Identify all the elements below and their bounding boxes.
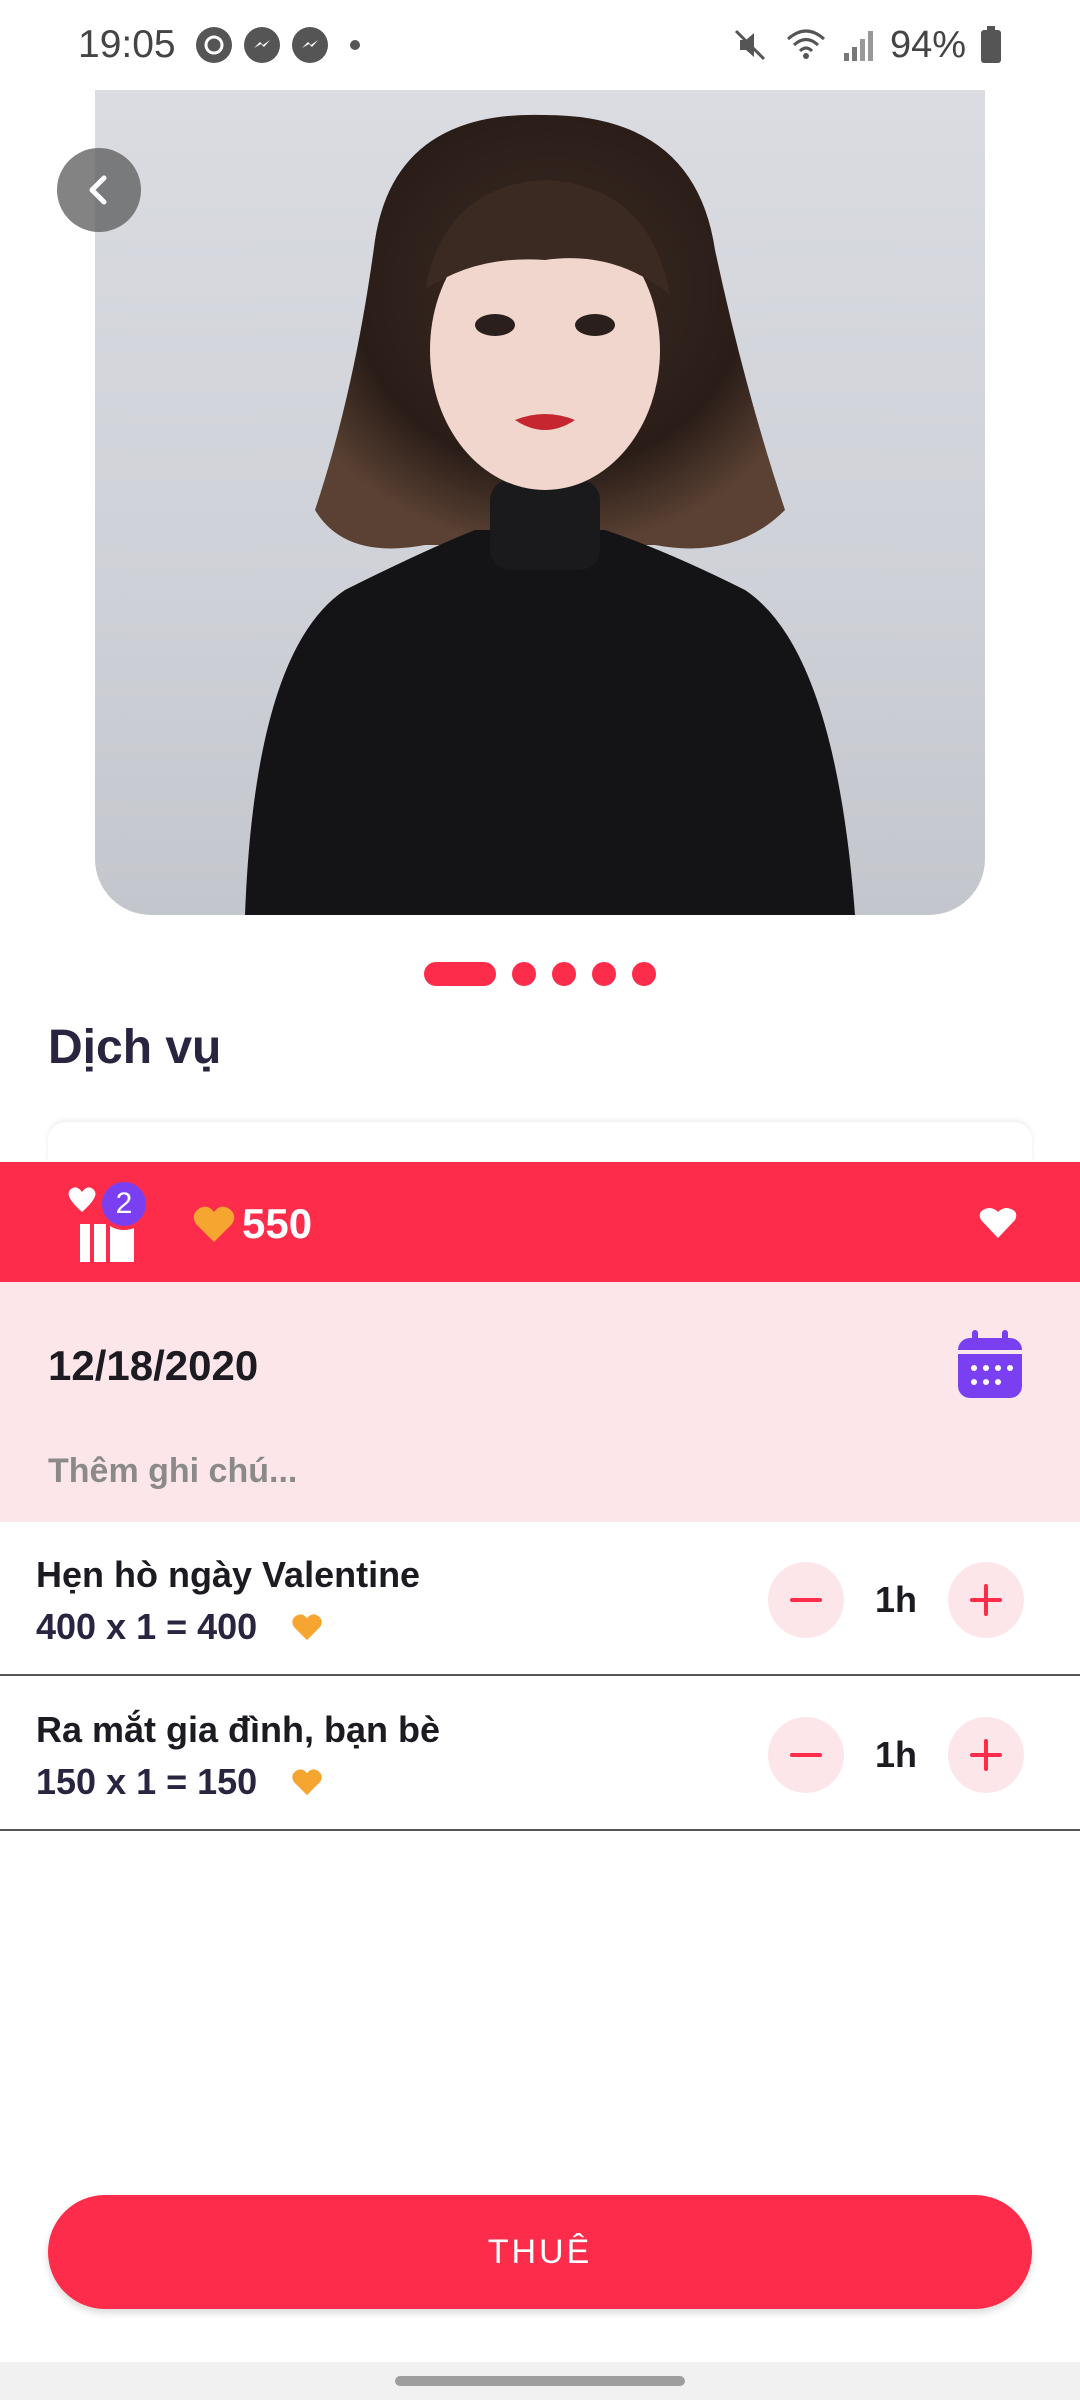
mute-icon <box>734 29 765 61</box>
duration-stepper: 1h <box>768 1717 1024 1793</box>
chevron-left-icon <box>89 175 107 205</box>
decrease-button[interactable] <box>768 1717 844 1793</box>
service-price: 400 x 1 = 400 <box>36 1606 323 1648</box>
service-name: Hẹn hò ngày Valentine <box>36 1554 421 1595</box>
increase-button[interactable] <box>948 1717 1024 1793</box>
heart-coin-icon <box>292 1614 322 1641</box>
service-card-edge <box>48 1122 1032 1162</box>
wifi-icon <box>786 29 825 59</box>
pager-dot[interactable] <box>512 962 536 986</box>
plus-icon <box>970 1584 1002 1616</box>
photo-pager <box>0 962 1080 986</box>
hire-button[interactable]: THUÊ <box>48 2195 1032 2309</box>
minus-icon <box>790 1753 822 1757</box>
signal-icon <box>843 31 873 61</box>
system-nav-bar <box>0 2362 1080 2400</box>
heart-dropdown-icon[interactable] <box>978 1206 1018 1240</box>
battery-percent: 94% <box>889 23 966 66</box>
service-price: 150 x 1 = 150 <box>36 1761 323 1803</box>
profile-photo[interactable] <box>95 90 985 915</box>
minus-icon <box>790 1598 822 1602</box>
pager-dot[interactable] <box>552 962 576 986</box>
messenger-icon <box>243 27 280 63</box>
section-title: Dịch vụ <box>48 1021 222 1074</box>
pager-dot-active[interactable] <box>424 962 496 986</box>
plus-icon <box>970 1739 1002 1771</box>
service-row: Ra mắt gia đình, bạn bè 150 x 1 = 150 1h <box>0 1677 1080 1831</box>
home-indicator[interactable] <box>395 2376 685 2386</box>
messenger-icon <box>291 27 328 63</box>
duration-stepper: 1h <box>768 1562 1024 1638</box>
heart-coin-icon <box>193 1206 235 1242</box>
service-row: Hẹn hò ngày Valentine 400 x 1 = 400 1h <box>0 1522 1080 1676</box>
booking-panel: 12/18/2020 Thêm ghi chú... <box>0 1282 1080 1522</box>
note-input[interactable]: Thêm ghi chú... <box>48 1452 297 1491</box>
service-name: Ra mắt gia đình, bạn bè <box>36 1709 441 1750</box>
battery-icon <box>981 26 1001 63</box>
notification-dot-icon <box>349 40 360 50</box>
pager-dot[interactable] <box>632 962 656 986</box>
service-calc: 400 x 1 = 400 <box>36 1606 258 1647</box>
vpn-icon <box>195 27 232 63</box>
duration-value: 1h <box>874 1579 917 1620</box>
status-right: 94% <box>730 24 1002 67</box>
back-button[interactable] <box>57 148 141 232</box>
booking-date: 12/18/2020 <box>48 1342 259 1389</box>
pager-dot[interactable] <box>592 962 616 986</box>
coin-balance: 550 <box>192 1200 312 1248</box>
duration-value: 1h <box>874 1734 917 1775</box>
decrease-button[interactable] <box>768 1562 844 1638</box>
status-time: 19:05 <box>78 23 176 66</box>
service-calc: 150 x 1 = 150 <box>36 1761 258 1802</box>
calendar-icon[interactable] <box>956 1328 1024 1400</box>
increase-button[interactable] <box>948 1562 1024 1638</box>
status-left: 19:05 <box>78 23 360 67</box>
profile-photo-illustration <box>245 114 855 915</box>
coin-value: 550 <box>242 1200 313 1247</box>
status-bar: 19:05 94% <box>0 0 1080 90</box>
gift-count-badge: 2 <box>98 1178 150 1230</box>
heart-coin-icon <box>292 1769 322 1796</box>
wallet-bar: 2 550 <box>0 1162 1080 1282</box>
